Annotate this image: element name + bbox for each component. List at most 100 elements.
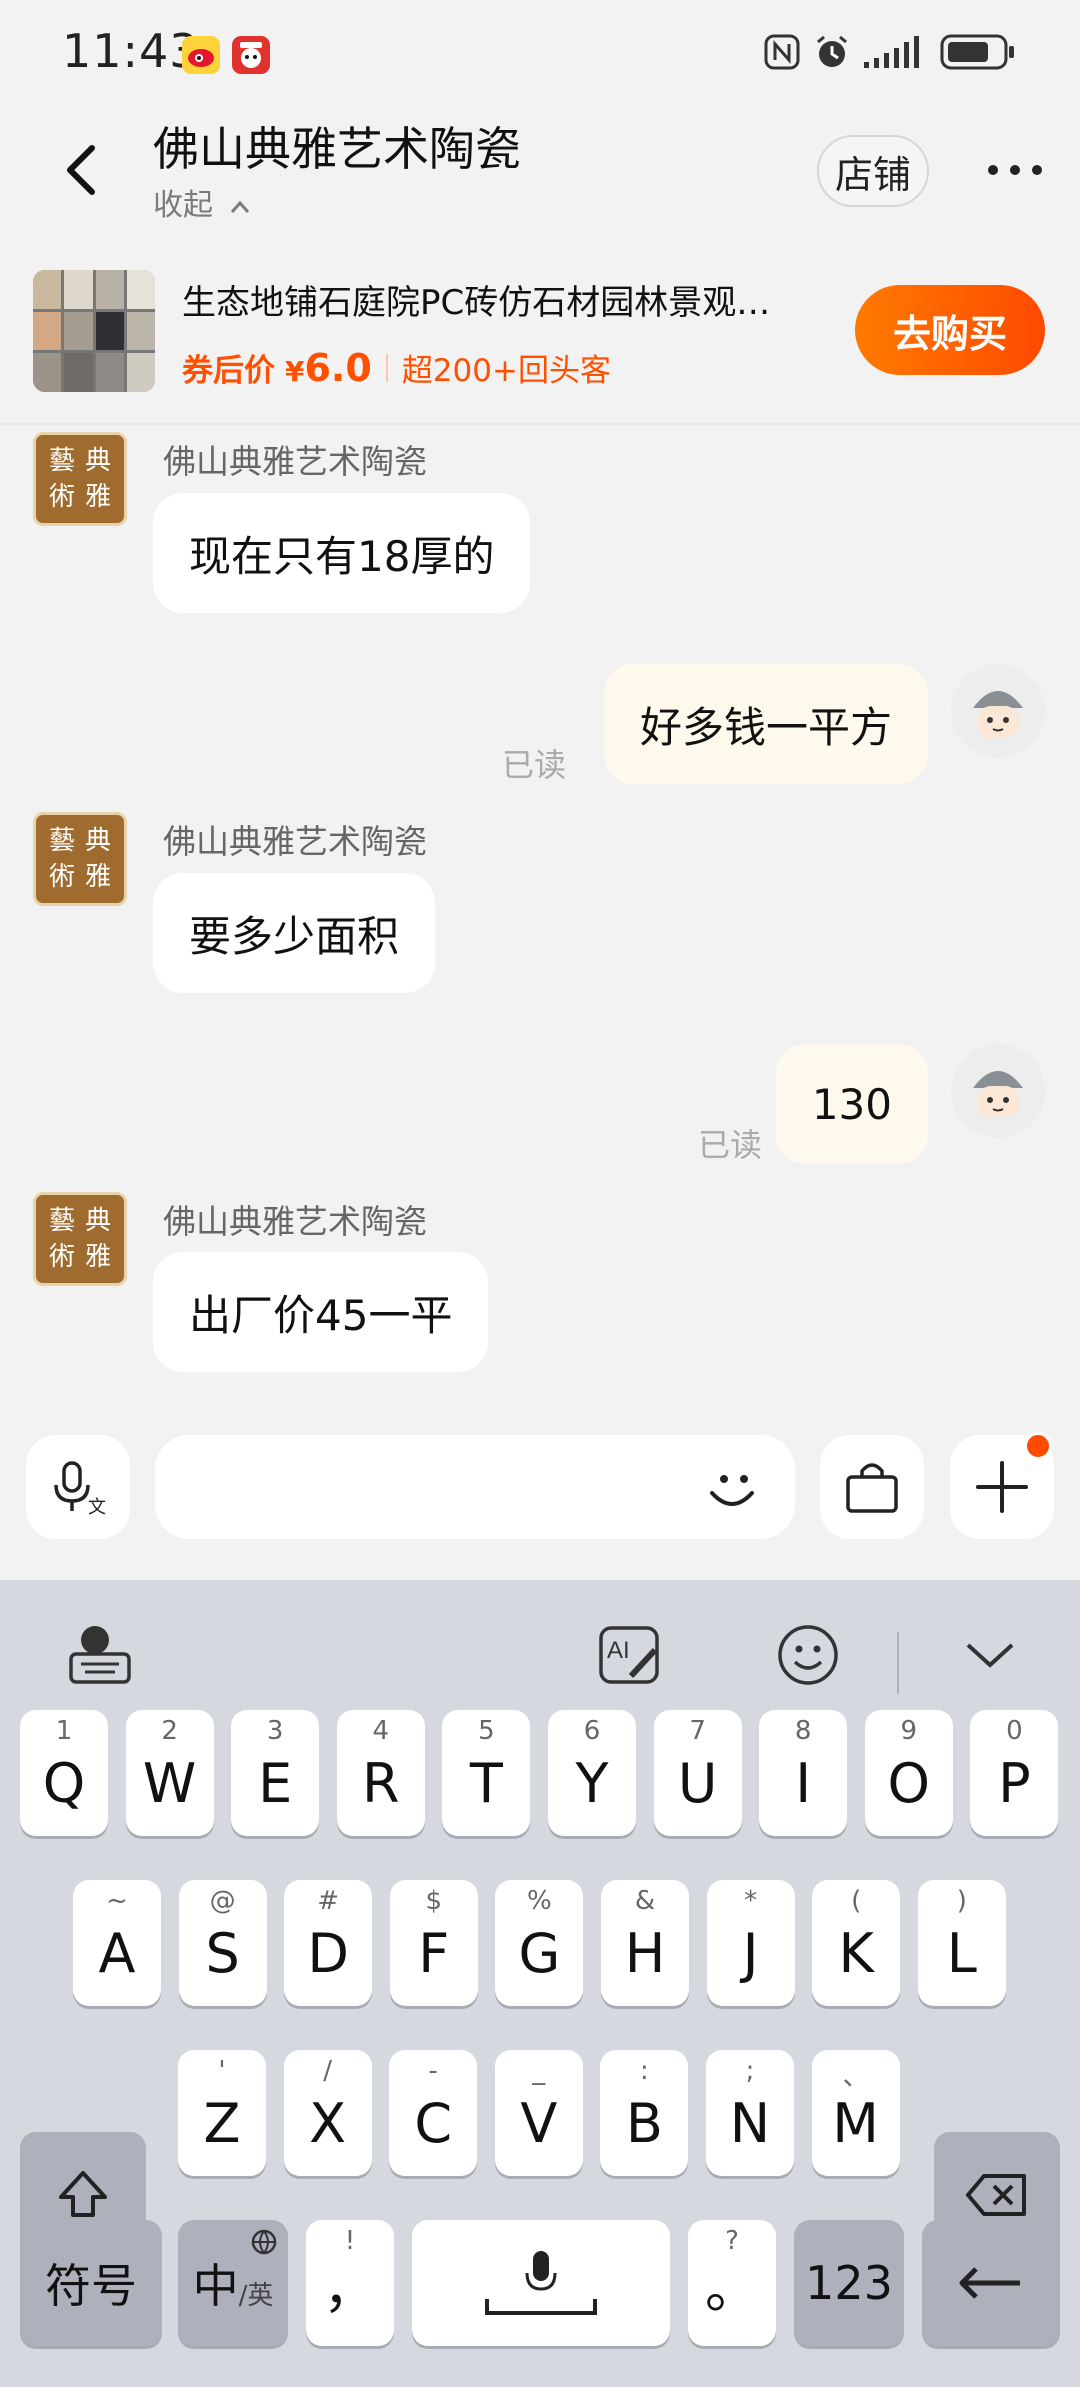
product-price: 6.0 [304, 346, 372, 390]
message-bubble-incoming[interactable]: 出厂价45一平 [153, 1252, 489, 1372]
key-label: A [98, 1921, 136, 1985]
product-card[interactable]: 生态地铺石庭院PC砖仿石材园林景观… 券后价 ¥ 6.0 超200+回头客 去购… [0, 260, 1080, 425]
emoji-panel-button[interactable] [758, 1610, 858, 1700]
key-hint: 6 [583, 1716, 601, 1746]
keyboard-settings-button[interactable] [50, 1610, 150, 1700]
key-hint: & [634, 1886, 656, 1916]
space-mic-icon [485, 2251, 597, 2315]
key-f[interactable]: $ F [389, 1880, 478, 2006]
product-picker-button[interactable] [820, 1435, 924, 1539]
hide-keyboard-button[interactable] [940, 1610, 1040, 1700]
message-bubble-incoming[interactable]: 要多少面积 [153, 873, 436, 993]
key-e[interactable]: 3E [231, 1710, 320, 1836]
key-hint: 9 [900, 1716, 918, 1746]
key-b[interactable]: :B [600, 2050, 689, 2176]
signal-icon [862, 30, 928, 74]
shift-arrow-icon [59, 2171, 107, 2217]
key-n[interactable]: ; N [706, 2050, 794, 2176]
key-r[interactable]: 4R [336, 1710, 425, 1836]
message-input[interactable] [155, 1435, 795, 1539]
message-bubble-outgoing[interactable]: 130 [775, 1044, 928, 1164]
key-p[interactable]: 0P [970, 1710, 1059, 1836]
globe-keyboard-icon [69, 1626, 131, 1684]
key-i[interactable]: 8I [759, 1710, 848, 1836]
key-s[interactable]: @ S [178, 1880, 267, 2006]
globe-icon [251, 2229, 277, 2255]
backspace-icon [966, 2174, 1026, 2216]
key-m[interactable]: 、 M [811, 2050, 900, 2176]
key-label: Z [203, 2091, 241, 2155]
message-sender: 佛山典雅艺术陶瓷 [163, 1202, 427, 1241]
key-hint: 5 [478, 1716, 495, 1746]
period-key[interactable]: ?。 [688, 2220, 776, 2346]
key-c[interactable]: -C [389, 2050, 478, 2176]
key-hint: ) [956, 1886, 967, 1916]
voice-input-button[interactable]: 文 [26, 1435, 130, 1539]
space-key[interactable] [412, 2220, 670, 2346]
message-bubble-incoming[interactable]: 现在只有18厚的 [153, 493, 531, 613]
symbols-key[interactable]: 符号 [20, 2220, 162, 2346]
key-z[interactable]: ' Z [178, 2050, 266, 2176]
key-a[interactable]: ~ A [73, 1880, 161, 2006]
key-t[interactable]: 5T [442, 1710, 531, 1836]
shop-name: 佛山典雅艺术陶瓷 [153, 122, 521, 176]
collapse-toggle[interactable]: 收起 [153, 180, 251, 224]
key-j[interactable]: * J [706, 1880, 795, 2006]
comma-key[interactable]: !， [306, 2220, 394, 2346]
key-g[interactable]: % G [495, 1880, 584, 2006]
user-avatar[interactable] [951, 1044, 1045, 1138]
key-hint: @ [209, 1886, 236, 1916]
product-title[interactable]: 生态地铺石庭院PC砖仿石材园林景观… [182, 275, 832, 324]
key-u[interactable]: 7U [653, 1710, 742, 1836]
key-label: U [677, 1751, 718, 1815]
keyboard: AI 符号 中/英 !， ?。 123 1Q2W3E4R5T6Y7U8I9O0P… [0, 1580, 1080, 2387]
key-hint: 0 [1006, 1716, 1023, 1746]
key-v[interactable]: _ V [494, 2050, 583, 2176]
key-k[interactable]: (K [812, 1880, 901, 2006]
key-hint: 4 [372, 1716, 390, 1746]
svg-text:AI: AI [607, 1637, 630, 1664]
key-q[interactable]: 1Q [20, 1710, 108, 1836]
key-label: Q [42, 1751, 86, 1815]
key-o[interactable]: 9O [864, 1710, 953, 1836]
avatar-char: 術 [48, 862, 75, 892]
user-avatar[interactable] [951, 664, 1045, 758]
key-hint: 8 [794, 1716, 812, 1746]
emoji-button[interactable] [700, 1455, 764, 1519]
buy-button[interactable]: 去购买 [855, 285, 1045, 375]
read-status: 已读 [502, 746, 567, 784]
key-hint: 3 [266, 1716, 284, 1746]
key-l[interactable]: ) L [917, 1880, 1006, 2006]
product-thumbnail[interactable] [33, 270, 155, 392]
key-h[interactable]: & H [601, 1880, 689, 2006]
enter-key[interactable] [922, 2220, 1060, 2346]
ai-writing-button[interactable]: AI [580, 1610, 680, 1700]
key-w[interactable]: 2W [125, 1710, 214, 1836]
key-label: S [205, 1921, 240, 1985]
message-sender: 佛山典雅艺术陶瓷 [163, 822, 427, 861]
shop-avatar[interactable]: 藝典 術雅 [33, 432, 127, 526]
store-button[interactable]: 店铺 [817, 135, 929, 207]
key-label: C [414, 2091, 453, 2155]
weibo-icon [182, 36, 220, 74]
shop-avatar[interactable]: 藝典 術雅 [33, 812, 127, 906]
notification-dot [1024, 1432, 1052, 1460]
key-hint: : [640, 2056, 649, 2086]
message-bubble-outgoing[interactable]: 好多钱一平方 [603, 664, 928, 784]
avatar-char: 典 [84, 446, 111, 476]
key-y[interactable]: 6Y [548, 1710, 636, 1836]
shop-avatar[interactable]: 藝典 術雅 [33, 1192, 127, 1286]
key-label: B [625, 2091, 663, 2155]
key-hint: # [317, 1886, 340, 1916]
more-menu-icon[interactable] [988, 165, 1042, 179]
chevron-left-icon [67, 145, 95, 195]
key-x[interactable]: / X [283, 2050, 372, 2176]
price-row: 券后价 ¥ 6.0 超200+回头客 [182, 345, 611, 390]
numbers-key[interactable]: 123 [794, 2220, 904, 2346]
back-button[interactable] [60, 140, 104, 200]
key-label: H [624, 1921, 666, 1985]
key-hint: _ [532, 2056, 546, 2086]
key-hint: ( [851, 1886, 862, 1916]
language-switch-key[interactable]: 中/英 [178, 2220, 288, 2346]
key-d[interactable]: # D [284, 1880, 373, 2006]
